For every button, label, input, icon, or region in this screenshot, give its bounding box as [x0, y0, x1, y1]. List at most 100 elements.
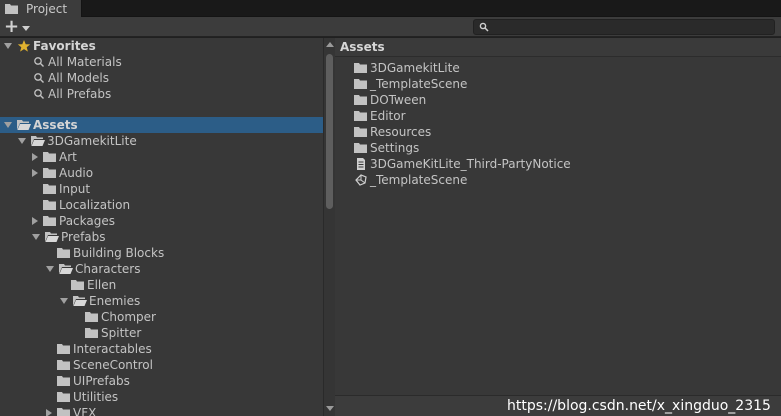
- watermark: https://blog.csdn.net/x_xingduo_2315: [507, 398, 771, 414]
- tree-item-scenecontrol[interactable]: SceneControl: [46, 357, 153, 373]
- asset-label: Editor: [370, 109, 406, 123]
- tree-item-label: Localization: [59, 198, 131, 212]
- tree-item-3dgamekitlite[interactable]: 3DGamekitLite: [18, 133, 137, 149]
- tree-item-input[interactable]: Input: [32, 181, 90, 197]
- folder-icon: [57, 248, 70, 258]
- expand-arrow-icon[interactable]: [18, 138, 26, 144]
- tree-item-label: Assets: [33, 118, 78, 132]
- expand-arrow-icon[interactable]: [32, 234, 40, 240]
- asset-label: _TemplateScene: [370, 77, 468, 91]
- tree-item-enemies[interactable]: Enemies: [60, 293, 140, 309]
- tree-item-vfx[interactable]: VFX: [46, 405, 96, 416]
- create-button[interactable]: +: [4, 18, 34, 36]
- tree-item-label: Characters: [75, 262, 141, 276]
- tree-item-chomper[interactable]: Chomper: [74, 309, 156, 325]
- folder-icon: [85, 312, 98, 322]
- chevron-down-icon: [22, 25, 31, 31]
- tree-item-spitter[interactable]: Spitter: [74, 325, 141, 341]
- asset-label: 3DGameKitLite_Third-PartyNotice: [370, 157, 571, 171]
- folder-icon: [43, 152, 56, 162]
- tab-label: Project: [26, 1, 68, 16]
- folder-icon: [354, 127, 367, 137]
- asset-label: DOTween: [370, 93, 427, 107]
- tree-item-label: Prefabs: [61, 230, 106, 244]
- expand-arrow-icon[interactable]: [32, 153, 38, 161]
- expand-arrow-icon[interactable]: [46, 409, 52, 416]
- favorite-item[interactable]: All Prefabs: [32, 86, 111, 102]
- asset-item-third-party-notice[interactable]: 3DGameKitLite_Third-PartyNotice: [354, 156, 571, 172]
- scrollbar-thumb[interactable]: [326, 54, 333, 209]
- tree-item-label: Interactables: [73, 342, 152, 356]
- asset-label: Resources: [370, 125, 432, 139]
- asset-item-3dgamekitlite[interactable]: 3DGamekitLite: [354, 60, 460, 76]
- tree-item-uiprefabs[interactable]: UIPrefabs: [46, 373, 130, 389]
- tree-scrollbar[interactable]: [323, 38, 335, 416]
- open-folder-icon: [45, 232, 59, 242]
- assets-breadcrumb[interactable]: Assets: [335, 38, 781, 57]
- folder-icon: [85, 328, 98, 338]
- folder-tree-panel: Favorites All Materials All Models All P…: [0, 38, 323, 416]
- search-input[interactable]: [473, 19, 775, 35]
- tab-bar: Project: [0, 0, 781, 17]
- tree-item-label: VFX: [73, 406, 97, 416]
- tree-item-art[interactable]: Art: [32, 149, 77, 165]
- tree-item-utilities[interactable]: Utilities: [46, 389, 118, 405]
- tree-item-ellen[interactable]: Ellen: [60, 277, 116, 293]
- expand-arrow-icon[interactable]: [32, 217, 38, 225]
- asset-label: _TemplateScene: [370, 173, 468, 187]
- project-tab[interactable]: Project: [0, 0, 82, 17]
- favorite-label: All Materials: [48, 55, 122, 69]
- tree-item-label: Utilities: [73, 390, 119, 404]
- asset-item-templatescene-folder[interactable]: _TemplateScene: [354, 76, 467, 92]
- folder-icon: [43, 200, 56, 210]
- asset-item-templatescene-scene[interactable]: _TemplateScene: [354, 172, 467, 188]
- expand-arrow-icon[interactable]: [46, 266, 54, 272]
- expand-arrow-icon[interactable]: [4, 122, 12, 128]
- folder-icon: [354, 111, 367, 121]
- favorites-header[interactable]: Favorites: [4, 38, 96, 54]
- open-folder-icon: [73, 296, 87, 306]
- asset-item-dotween[interactable]: DOTween: [354, 92, 426, 108]
- favorite-label: All Models: [48, 71, 109, 85]
- tree-item-label: Enemies: [89, 294, 141, 308]
- tree-item-interactables[interactable]: Interactables: [46, 341, 152, 357]
- asset-item-settings[interactable]: Settings: [354, 140, 419, 156]
- asset-item-resources[interactable]: Resources: [354, 124, 431, 140]
- tree-item-label: Building Blocks: [73, 246, 165, 260]
- tree-item-audio[interactable]: Audio: [32, 165, 93, 181]
- tree-item-label: 3DGamekitLite: [47, 134, 137, 148]
- favorite-item[interactable]: All Models: [32, 70, 109, 86]
- folder-icon: [57, 408, 70, 416]
- search-icon: [479, 22, 489, 32]
- unity-scene-icon: [355, 174, 367, 186]
- favorite-item[interactable]: All Materials: [32, 54, 122, 70]
- tree-item-localization[interactable]: Localization: [32, 197, 130, 213]
- tree-item-label: Ellen: [87, 278, 117, 292]
- search-icon: [34, 73, 44, 83]
- folder-icon: [43, 216, 56, 226]
- tree-item-label: Packages: [59, 214, 115, 228]
- folder-icon: [354, 95, 367, 105]
- folder-icon: [5, 3, 18, 14]
- expand-arrow-icon[interactable]: [60, 298, 68, 304]
- star-icon: [17, 40, 31, 52]
- tree-item-packages[interactable]: Packages: [32, 213, 115, 229]
- tree-item-assets[interactable]: Assets: [0, 117, 323, 133]
- asset-item-editor[interactable]: Editor: [354, 108, 406, 124]
- tree-item-characters[interactable]: Characters: [46, 261, 141, 277]
- folder-icon: [354, 79, 367, 89]
- expand-arrow-icon[interactable]: [32, 169, 38, 177]
- tree-item-label: UIPrefabs: [73, 374, 130, 388]
- tree-item-building-blocks[interactable]: Building Blocks: [46, 245, 164, 261]
- open-folder-icon: [17, 120, 31, 130]
- scroll-down-icon[interactable]: [326, 406, 334, 411]
- expand-arrow-icon[interactable]: [4, 43, 12, 49]
- scroll-up-icon[interactable]: [326, 42, 334, 47]
- tree-item-label: Audio: [59, 166, 94, 180]
- tree-item-prefabs[interactable]: Prefabs: [32, 229, 106, 245]
- asset-label: 3DGamekitLite: [370, 61, 460, 75]
- folder-icon: [57, 344, 70, 354]
- plus-icon: +: [4, 16, 20, 37]
- folder-icon: [57, 376, 70, 386]
- folder-icon: [43, 184, 56, 194]
